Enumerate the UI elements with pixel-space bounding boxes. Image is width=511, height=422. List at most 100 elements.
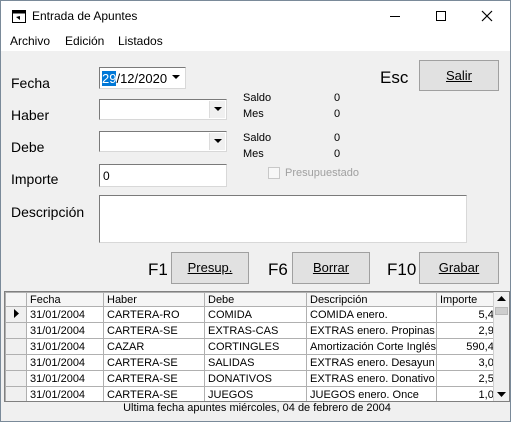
table-cell[interactable]: 590,46 — [435, 338, 502, 355]
scroll-thumb[interactable] — [495, 307, 508, 315]
entrada-apuntes-window: Entrada de Apuntes Archivo Edición Lista… — [0, 0, 511, 422]
column-header[interactable]: Descripción — [306, 292, 437, 307]
haber-combo[interactable] — [99, 99, 227, 120]
table-cell[interactable]: 31/01/2004 — [26, 386, 104, 401]
fecha-dropdown-button[interactable] — [168, 69, 184, 87]
fecha-label: Fecha — [11, 75, 50, 91]
table-cell[interactable]: EXTRAS enero. Propinas — [306, 322, 437, 339]
column-header[interactable]: Fecha — [26, 292, 104, 307]
table-cell[interactable]: JUEGOS — [204, 386, 307, 401]
table-cell[interactable]: 1,00 — [435, 386, 502, 401]
apuntes-grid[interactable]: Fecha Haber Debe Descripción Importe 31/… — [4, 291, 510, 402]
table-row[interactable]: 31/01/2004 CAZAR CORTINGLES Amortización… — [5, 338, 502, 355]
borrar-button[interactable]: Borrar — [292, 252, 370, 284]
table-cell[interactable]: CARTERA-SE — [103, 386, 205, 401]
minimize-button[interactable] — [372, 1, 418, 31]
title-bar[interactable]: Entrada de Apuntes — [1, 1, 510, 31]
row-indicator — [5, 338, 27, 355]
menu-archivo[interactable]: Archivo — [10, 34, 50, 48]
grid-vertical-scrollbar[interactable] — [493, 292, 509, 401]
table-cell[interactable]: DONATIVOS — [204, 370, 307, 387]
chevron-down-icon — [172, 75, 180, 79]
table-cell[interactable]: COMIDA enero. — [306, 306, 437, 323]
row-indicator — [5, 354, 27, 371]
debe-saldo-label: Saldo — [243, 132, 272, 144]
table-cell[interactable]: CAZAR — [103, 338, 205, 355]
close-button[interactable] — [464, 1, 510, 31]
current-row-arrow-icon — [13, 308, 19, 318]
row-indicator — [5, 370, 27, 387]
scroll-up-arrow-icon[interactable] — [497, 296, 506, 302]
minimize-icon — [390, 16, 400, 17]
table-cell[interactable]: CARTERA-SE — [103, 322, 205, 339]
chevron-down-icon — [214, 107, 222, 111]
table-cell[interactable]: CARTERA-SE — [103, 370, 205, 387]
app-icon — [12, 10, 26, 23]
table-row[interactable]: 31/01/2004 CARTERA-SE DONATIVOS EXTRAS e… — [5, 370, 502, 387]
debe-combo[interactable] — [99, 131, 227, 152]
window-title: Entrada de Apuntes — [32, 9, 138, 23]
table-cell[interactable]: EXTRAS enero. Donativo — [306, 370, 437, 387]
table-cell[interactable]: JUEGOS enero. Once — [306, 386, 437, 401]
table-cell[interactable]: CARTERA-RO — [103, 306, 205, 323]
table-cell[interactable]: 31/01/2004 — [26, 306, 104, 323]
table-cell[interactable]: 2,50 — [435, 370, 502, 387]
debe-dropdown-button[interactable] — [209, 133, 225, 150]
close-icon — [481, 10, 493, 22]
menu-bar: Archivo Edición Listados — [1, 31, 510, 51]
header-indicator — [5, 292, 27, 307]
fecha-date-rest: /12/2020 — [116, 71, 168, 86]
salir-button[interactable]: Salir — [419, 60, 499, 91]
menu-edicion[interactable]: Edición — [65, 34, 104, 48]
esc-key-label: Esc — [380, 68, 409, 87]
fecha-day-selected: 29 — [102, 71, 117, 86]
borrar-button-label: Borrar — [312, 260, 350, 275]
presup-button[interactable]: Presup. — [171, 252, 249, 284]
f1-key-label: F1 — [148, 260, 168, 279]
haber-mes-value: 0 — [334, 108, 341, 120]
table-header-row: Fecha Haber Debe Descripción Importe — [5, 292, 502, 307]
maximize-icon — [436, 11, 446, 21]
haber-saldo-value: 0 — [334, 92, 341, 104]
column-header[interactable]: Debe — [204, 292, 307, 307]
descripcion-label: Descripción — [11, 204, 85, 220]
table-cell[interactable]: 31/01/2004 — [26, 354, 104, 371]
table-cell[interactable]: 5,49 — [435, 306, 502, 323]
grabar-button[interactable]: Grabar — [419, 252, 499, 284]
row-indicator — [5, 322, 27, 339]
debe-label: Debe — [11, 139, 45, 155]
table-cell[interactable]: COMIDA — [204, 306, 307, 323]
table-row[interactable]: 31/01/2004 CARTERA-SE JUEGOS JUEGOS ener… — [5, 386, 502, 401]
apuntes-table: Fecha Haber Debe Descripción Importe 31/… — [5, 292, 502, 401]
table-cell[interactable]: 2,95 — [435, 322, 502, 339]
menu-listados[interactable]: Listados — [118, 34, 163, 48]
descripcion-textarea[interactable] — [99, 195, 467, 243]
table-cell[interactable]: SALIDAS — [204, 354, 307, 371]
table-cell[interactable]: Amortización Corte Inglés — [306, 338, 437, 355]
table-cell[interactable]: EXTRAS-CAS — [204, 322, 307, 339]
haber-dropdown-button[interactable] — [209, 101, 225, 118]
table-cell[interactable]: 31/01/2004 — [26, 370, 104, 387]
table-cell[interactable]: 31/01/2004 — [26, 322, 104, 339]
presupuestado-label: Presupuestado — [285, 167, 359, 179]
table-cell[interactable]: EXTRAS enero. Desayun — [306, 354, 437, 371]
presupuestado-checkbox[interactable] — [268, 167, 280, 179]
maximize-button[interactable] — [418, 1, 464, 31]
table-cell[interactable]: 31/01/2004 — [26, 338, 104, 355]
fecha-date-picker[interactable]: 29/12/2020 — [99, 67, 186, 89]
row-indicator — [5, 386, 27, 401]
debe-saldo-value: 0 — [334, 132, 341, 144]
grabar-button-label: Grabar — [438, 260, 480, 275]
importe-input[interactable]: 0 — [99, 164, 227, 187]
table-row[interactable]: 31/01/2004 CARTERA-RO COMIDA COMIDA ener… — [5, 306, 502, 323]
scroll-down-arrow-icon[interactable] — [497, 392, 506, 398]
column-header[interactable]: Haber — [103, 292, 205, 307]
column-header[interactable]: Importe — [435, 292, 502, 307]
table-cell[interactable]: CORTINGLES — [204, 338, 307, 355]
table-row[interactable]: 31/01/2004 CARTERA-SE SALIDAS EXTRAS ene… — [5, 354, 502, 371]
haber-mes-label: Mes — [243, 108, 264, 120]
table-row[interactable]: 31/01/2004 CARTERA-SE EXTRAS-CAS EXTRAS … — [5, 322, 502, 339]
table-cell[interactable]: 3,00 — [435, 354, 502, 371]
row-indicator — [5, 306, 27, 323]
table-cell[interactable]: CARTERA-SE — [103, 354, 205, 371]
